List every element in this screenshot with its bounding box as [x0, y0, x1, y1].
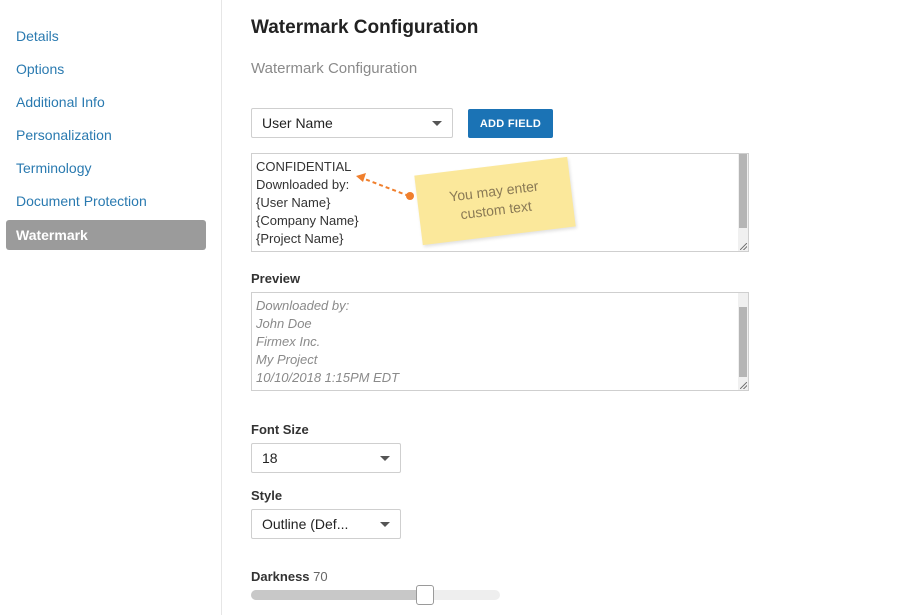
sidebar-item-watermark[interactable]: Watermark — [6, 220, 206, 250]
watermark-text-line: {User Name} — [256, 195, 331, 210]
preview-line: Downloaded by: — [256, 298, 350, 313]
chevron-down-icon — [432, 121, 442, 126]
preview-line: Firmex Inc. — [256, 334, 321, 349]
font-size-value: 18 — [262, 450, 278, 466]
font-size-label: Font Size — [251, 422, 309, 437]
style-select[interactable]: Outline (Def... — [251, 509, 401, 539]
watermark-text-line: CONFIDENTIAL — [256, 159, 352, 174]
darkness-label: Darkness 70 — [251, 569, 328, 584]
field-select[interactable]: User Name — [251, 108, 453, 138]
field-select-value: User Name — [262, 115, 333, 131]
sidebar: Details Options Additional Info Personal… — [0, 0, 222, 615]
watermark-text-lines: CONFIDENTIAL Downloaded by: {User Name} … — [256, 158, 359, 248]
watermark-text-line: Downloaded by: — [256, 177, 350, 192]
sidebar-item-personalization[interactable]: Personalization — [6, 120, 206, 150]
preview-box: Downloaded by: John Doe Firmex Inc. My P… — [251, 292, 749, 391]
page-title: Watermark Configuration — [251, 17, 479, 38]
watermark-text-line: {Company Name} — [256, 213, 359, 228]
sidebar-item-additional-info[interactable]: Additional Info — [6, 87, 206, 117]
sidebar-item-terminology[interactable]: Terminology — [6, 153, 206, 183]
darkness-slider-handle[interactable] — [416, 585, 434, 605]
section-subtitle: Watermark Configuration — [251, 60, 418, 77]
add-field-button[interactable]: ADD FIELD — [468, 109, 553, 138]
darkness-slider-fill — [251, 590, 425, 600]
resize-grip-icon[interactable] — [740, 382, 747, 389]
sidebar-item-document-protection[interactable]: Document Protection — [6, 186, 206, 216]
style-label: Style — [251, 488, 283, 503]
darkness-label-text: Darkness — [251, 569, 310, 584]
resize-grip-icon[interactable] — [740, 243, 747, 250]
darkness-value: 70 — [313, 569, 328, 584]
scroll-thumb[interactable] — [739, 307, 747, 377]
darkness-slider[interactable] — [251, 585, 500, 605]
sidebar-item-options[interactable]: Options — [6, 54, 206, 84]
chevron-down-icon — [380, 522, 390, 527]
watermark-text-line: {Project Name} — [256, 231, 344, 246]
preview-label: Preview — [251, 271, 301, 286]
font-size-select[interactable]: 18 — [251, 443, 401, 473]
style-value: Outline (Def... — [262, 516, 349, 532]
sidebar-item-details[interactable]: Details — [6, 21, 206, 51]
preview-lines: Downloaded by: John Doe Firmex Inc. My P… — [256, 297, 399, 387]
scroll-thumb[interactable] — [739, 154, 747, 228]
preview-line: My Project — [256, 352, 318, 367]
chevron-down-icon — [380, 456, 390, 461]
watermark-text-scrollbar[interactable] — [738, 154, 748, 251]
preview-line: 10/10/2018 1:15PM EDT — [256, 370, 400, 385]
preview-line: John Doe — [256, 316, 312, 331]
preview-scrollbar[interactable] — [738, 293, 748, 390]
